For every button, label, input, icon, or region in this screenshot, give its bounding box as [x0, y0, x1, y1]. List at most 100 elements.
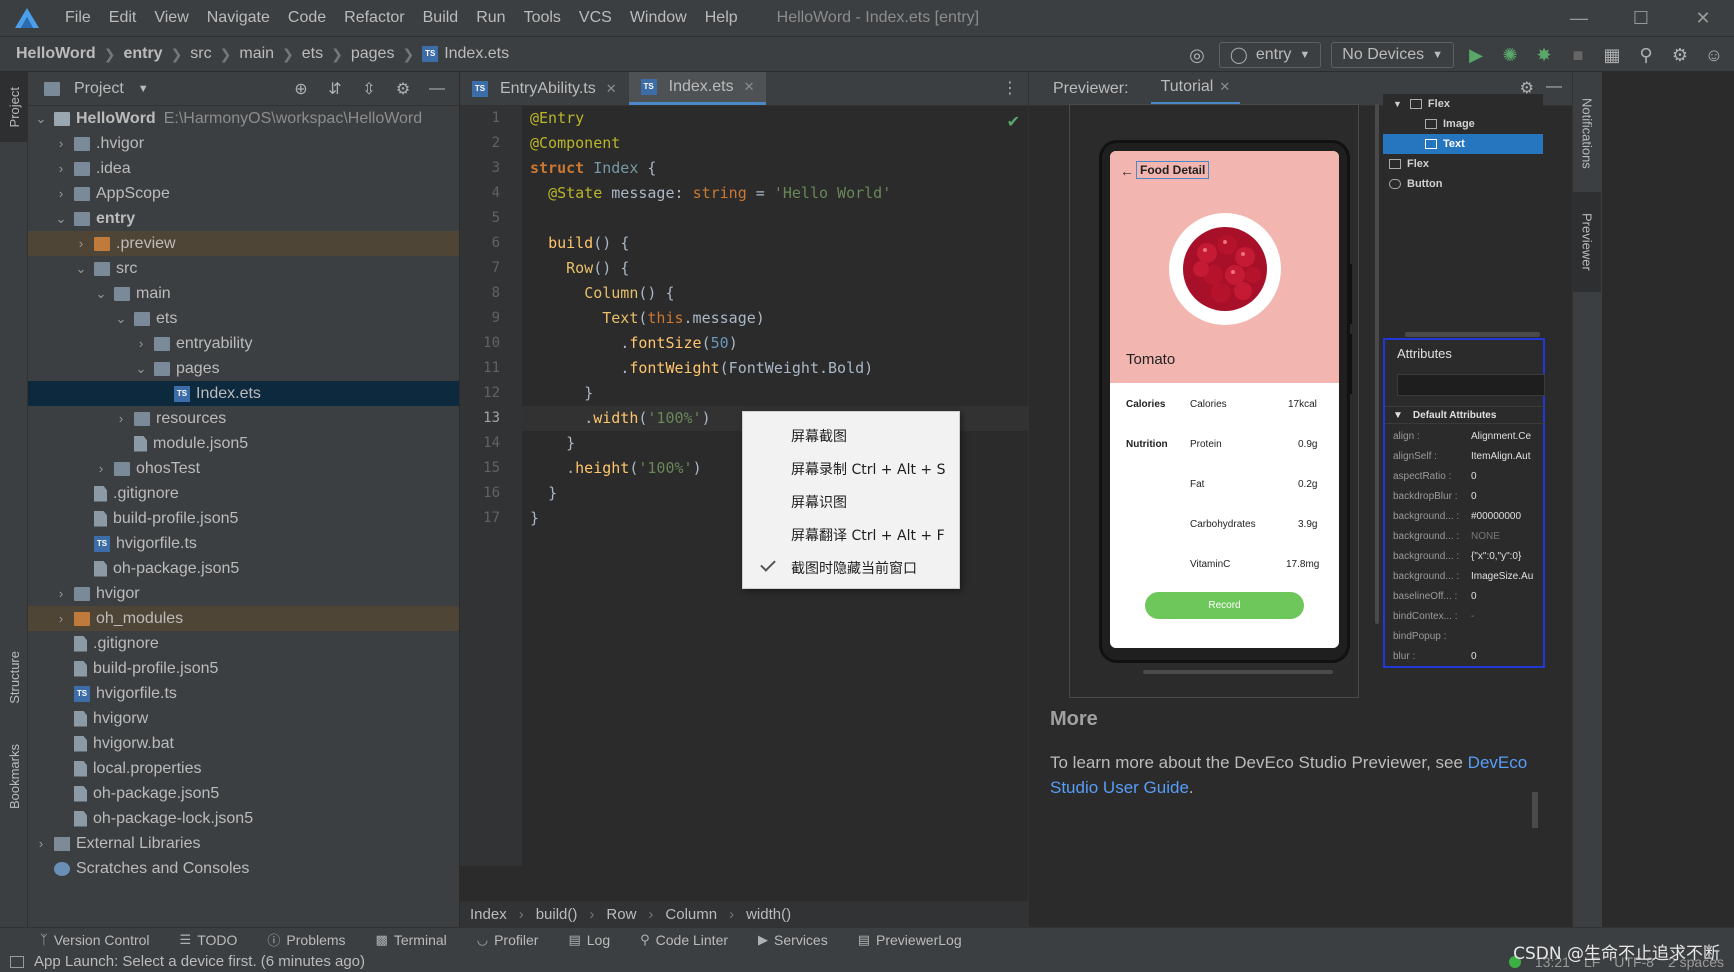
- account-icon[interactable]: ☺: [1702, 43, 1726, 67]
- menu-navigate[interactable]: Navigate: [198, 0, 279, 36]
- attribute-row[interactable]: aspectRatio :0: [1385, 466, 1545, 486]
- previewer-log-tool[interactable]: ▤ PreviewerLog: [858, 932, 962, 948]
- menu-tools[interactable]: Tools: [515, 0, 570, 36]
- tree-row[interactable]: TS hvigorfile.ts: [28, 681, 459, 706]
- tree-row[interactable]: › resources: [28, 406, 459, 431]
- search-icon[interactable]: ⚲: [1634, 43, 1658, 67]
- menu-build[interactable]: Build: [414, 0, 468, 36]
- tree-row[interactable]: local.properties: [28, 756, 459, 781]
- services-tool[interactable]: ▶ Services: [758, 932, 828, 948]
- component-node-selected[interactable]: Text: [1383, 134, 1543, 154]
- component-node[interactable]: Image: [1383, 114, 1543, 134]
- hide-icon[interactable]: —: [425, 77, 449, 101]
- tree-row[interactable]: ⌄ ets: [28, 306, 459, 331]
- device-selector[interactable]: No Devices ▼: [1331, 42, 1454, 68]
- target-icon[interactable]: ◎: [1185, 43, 1209, 67]
- minimize-button[interactable]: —: [1548, 0, 1610, 36]
- settings-icon[interactable]: ⚙: [391, 77, 415, 101]
- tree-row[interactable]: oh-package-lock.json5: [28, 806, 459, 831]
- attribute-row[interactable]: baselineOff... :0: [1385, 586, 1545, 606]
- tree-row[interactable]: hvigorw.bat: [28, 731, 459, 756]
- tree-row[interactable]: oh-package.json5: [28, 781, 459, 806]
- todo-tool[interactable]: ☰ TODO: [180, 932, 238, 948]
- crumb-build[interactable]: build(): [536, 906, 578, 923]
- more-options-icon[interactable]: ⋮: [1002, 78, 1018, 98]
- component-node[interactable]: Button: [1383, 174, 1543, 194]
- crumb-row[interactable]: Row: [606, 906, 636, 923]
- attributes-search-input[interactable]: [1397, 374, 1545, 396]
- menu-item-hide-window[interactable]: 截图时隐藏当前窗口: [791, 558, 917, 578]
- module-selector[interactable]: ◯ entry ▼: [1218, 42, 1322, 68]
- collapse-all-icon[interactable]: ⇳: [357, 77, 381, 101]
- crumb-column[interactable]: Column: [665, 906, 717, 923]
- settings-icon[interactable]: ⚙: [1668, 43, 1692, 67]
- tree-row[interactable]: › hvigor: [28, 581, 459, 606]
- menu-help[interactable]: Help: [696, 0, 747, 36]
- menu-item-screenshot[interactable]: 屏幕截图: [791, 426, 847, 446]
- hide-icon[interactable]: —: [1546, 78, 1562, 98]
- close-window-button[interactable]: ✕: [1672, 0, 1734, 36]
- attribute-row[interactable]: bindPopup :: [1385, 626, 1545, 646]
- tree-row[interactable]: Scratches and Consoles: [28, 856, 459, 881]
- menu-item-screen-record[interactable]: 屏幕录制 Ctrl + Alt + S: [791, 459, 945, 479]
- tree-row[interactable]: › ohosTest: [28, 456, 459, 481]
- device-screen[interactable]: ← Food Detail Tomato Calories Calories 1…: [1110, 151, 1339, 648]
- notifications-tool-tab[interactable]: Notifications: [1573, 78, 1601, 188]
- problems-tool[interactable]: ⓘ Problems: [267, 930, 345, 949]
- breadcrumb-project[interactable]: HelloWord: [16, 45, 96, 63]
- breadcrumb-src[interactable]: src: [190, 45, 211, 63]
- menu-run[interactable]: Run: [467, 0, 514, 36]
- previewer-tool-tab[interactable]: Previewer: [1573, 192, 1601, 292]
- attribute-row[interactable]: background... : #00000000: [1385, 506, 1545, 526]
- stop-icon[interactable]: ■: [1566, 43, 1590, 67]
- menu-item-screen-recognize[interactable]: 屏幕识图: [791, 492, 847, 512]
- tree-row[interactable]: module.json5: [28, 431, 459, 456]
- attribute-row[interactable]: bindContex... :-: [1385, 606, 1545, 626]
- terminal-tool[interactable]: ▩ Terminal: [376, 932, 447, 948]
- breadcrumb-pages[interactable]: pages: [351, 45, 395, 63]
- status-message[interactable]: App Launch: Select a device first. (6 mi…: [34, 953, 365, 970]
- log-tool[interactable]: ▤ Log: [568, 932, 610, 948]
- default-attributes-header[interactable]: ▼ Default Attributes: [1385, 406, 1545, 424]
- tab-entryability[interactable]: TS EntryAbility.ts ✕: [460, 72, 629, 105]
- vertical-scrollbar[interactable]: [1532, 792, 1538, 828]
- version-control-tool[interactable]: ᛉ Version Control: [40, 932, 150, 948]
- run-icon[interactable]: ▶: [1464, 43, 1488, 67]
- menu-window[interactable]: Window: [621, 0, 696, 36]
- project-panel-title[interactable]: Project: [74, 80, 124, 98]
- structure-tool-tab[interactable]: Structure: [0, 632, 28, 722]
- tree-scrollbar[interactable]: [1405, 332, 1540, 337]
- crumb-index[interactable]: Index: [470, 906, 507, 923]
- close-icon[interactable]: ✕: [744, 79, 755, 95]
- tree-row[interactable]: TS hvigorfile.ts: [28, 531, 459, 556]
- tree-row[interactable]: .gitignore: [28, 631, 459, 656]
- tree-row[interactable]: build-profile.json5: [28, 506, 459, 531]
- tree-row[interactable]: › .idea: [28, 156, 459, 181]
- attribute-row[interactable]: align : Alignment.Ce: [1385, 426, 1545, 446]
- component-node[interactable]: Flex: [1383, 154, 1543, 174]
- chevron-down-icon[interactable]: ▼: [138, 83, 149, 95]
- profiler-tool[interactable]: ◡ Profiler: [477, 932, 539, 948]
- tree-row[interactable]: › External Libraries: [28, 831, 459, 856]
- tab-index[interactable]: TS Index.ets ✕: [628, 72, 767, 105]
- tree-row[interactable]: › oh_modules: [28, 606, 459, 631]
- component-node[interactable]: ▼ Flex: [1383, 94, 1543, 114]
- close-icon[interactable]: ✕: [606, 81, 617, 97]
- tree-row[interactable]: ⌄ pages: [28, 356, 459, 381]
- expand-all-icon[interactable]: ⇵: [323, 77, 347, 101]
- debug-icon[interactable]: ✺: [1498, 43, 1522, 67]
- horizontal-scrollbar[interactable]: [1143, 670, 1333, 674]
- tree-row-root[interactable]: ⌄ HelloWord E:\HarmonyOS\workspac\HelloW…: [28, 106, 459, 131]
- tree-row[interactable]: ⌄ entry: [28, 206, 459, 231]
- tree-row[interactable]: › .preview: [28, 231, 459, 256]
- attribute-row[interactable]: blur :0: [1385, 646, 1545, 666]
- tree-row[interactable]: › entryability: [28, 331, 459, 356]
- breadcrumb-main[interactable]: main: [239, 45, 274, 63]
- menu-code[interactable]: Code: [279, 0, 335, 36]
- tab-tutorial[interactable]: Tutorial ✕: [1150, 72, 1241, 105]
- attribute-row[interactable]: background... : NONE: [1385, 526, 1545, 546]
- tree-row[interactable]: build-profile.json5: [28, 656, 459, 681]
- back-arrow-icon[interactable]: ←: [1120, 163, 1134, 179]
- menu-refactor[interactable]: Refactor: [335, 0, 413, 36]
- bookmarks-tool-tab[interactable]: Bookmarks: [0, 732, 28, 822]
